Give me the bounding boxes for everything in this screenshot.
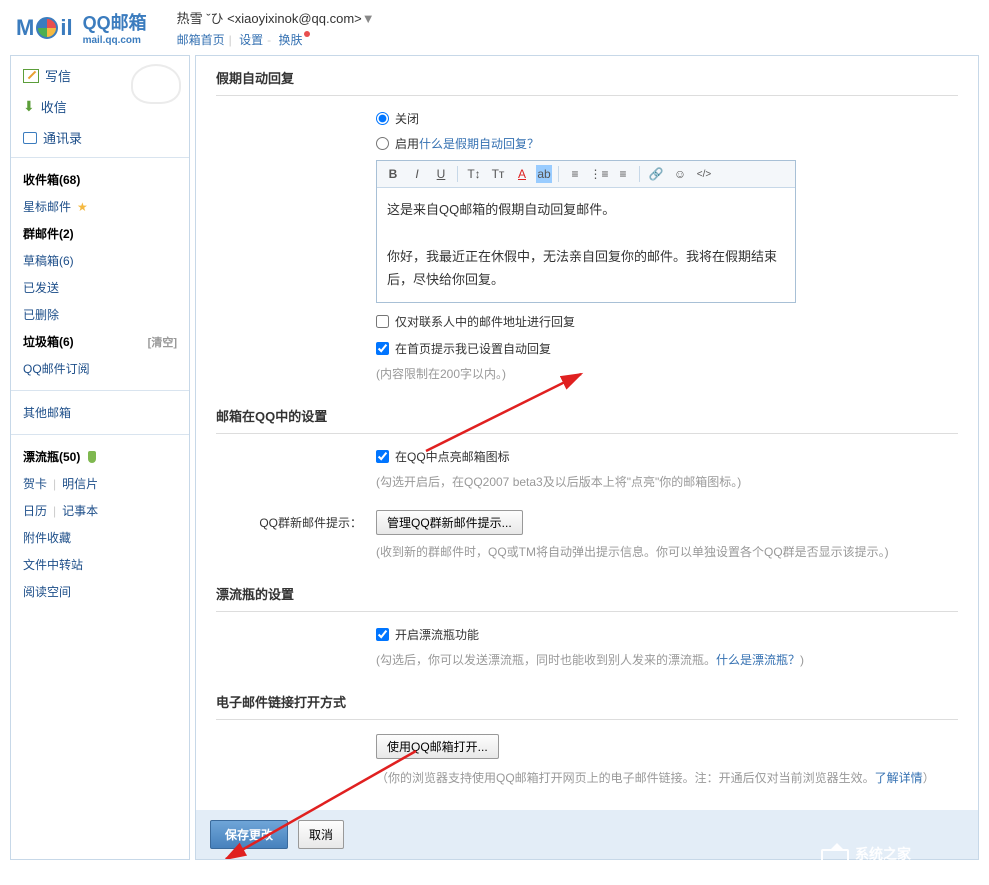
font-family-icon[interactable]: Tт [488, 165, 508, 183]
qq-settings-title: 邮箱在QQ中的设置 [216, 406, 958, 434]
bottle-note: (勾选后，你可以发送漂流瓶，同时也能收到别人发来的漂流瓶。什么是漂流瓶？) [376, 651, 958, 668]
vacation-contacts-checkbox[interactable] [376, 315, 389, 328]
editor-toolbar: B I U T↕ Tт A ab ≡ ⋮≡ ≡ 🔗 ☺ [377, 161, 795, 188]
vacation-on-radio[interactable] [376, 137, 389, 150]
html-icon[interactable]: </> [694, 165, 714, 183]
sidebar-item-group[interactable]: 群邮件(2) [11, 220, 189, 247]
editor-textarea[interactable]: 这是来自QQ邮箱的假期自动回复邮件。 你好，我最近正在休假中，无法亲自回复你的邮… [377, 188, 795, 302]
sidebar-item-qq-subscribe[interactable]: QQ邮件订阅 [11, 355, 189, 382]
emoji-icon[interactable]: ☺ [670, 165, 690, 183]
user-name: 热雪 ˇひ <xiaoyixinok@qq.com> [177, 11, 362, 26]
bold-icon[interactable]: B [383, 165, 403, 183]
logo-title: QQ邮箱 [83, 9, 147, 35]
nav-skin[interactable]: 换肤 [278, 33, 302, 47]
underline-icon[interactable]: U [431, 165, 451, 183]
watermark: 系统之家 WWW.XITONGZHIJIA.NET [821, 844, 977, 875]
bottle-icon [88, 451, 96, 463]
user-info: 热雪 ˇひ <xiaoyixinok@qq.com>▼ 邮箱首页| 设置- 换肤 [177, 8, 375, 48]
vacation-off-radio[interactable] [376, 112, 389, 125]
sidebar-item-bottle[interactable]: 漂流瓶(50) [11, 443, 189, 470]
sidebar-item-deleted[interactable]: 已删除 [11, 301, 189, 328]
watermark-title: 系统之家 [855, 844, 977, 864]
sidebar-item-cards[interactable]: 贺卡 | 明信片 [11, 470, 189, 497]
align-left-icon[interactable]: ≡ [565, 165, 585, 183]
link-detail-link[interactable]: 了解详情 [875, 771, 923, 785]
link-open-note: （你的浏览器支持使用QQ邮箱打开网页上的电子邮件链接。注：开通后仅对当前浏览器生… [376, 769, 958, 786]
vacation-off-label: 关闭 [395, 110, 419, 127]
link-icon[interactable]: 🔗 [646, 165, 666, 183]
sidebar-item-reading[interactable]: 阅读空间 [11, 578, 189, 605]
sidebar-item-file-transfer[interactable]: 文件中转站 [11, 551, 189, 578]
contacts-button[interactable]: 通讯录 [11, 122, 189, 153]
section-bottle: 漂流瓶的设置 开启漂流瓶功能 (勾选后，你可以发送漂流瓶，同时也能收到别人发来的… [196, 572, 978, 680]
star-icon: ★ [77, 200, 88, 214]
vacation-homepage-checkbox[interactable] [376, 342, 389, 355]
link-open-title: 电子邮件链接打开方式 [216, 692, 958, 720]
section-vacation: 假期自动回复 关闭 启用 什么是假期自动回复？ B I U T↕ Tт A ab [196, 56, 978, 394]
link-open-button[interactable]: 使用QQ邮箱打开... [376, 734, 499, 759]
cancel-button[interactable]: 取消 [298, 820, 344, 849]
sidebar-item-inbox[interactable]: 收件箱(68) [11, 166, 189, 193]
contacts-icon [23, 132, 37, 144]
save-button[interactable]: 保存更改 [210, 820, 288, 849]
logo-o-icon [36, 17, 58, 39]
notification-dot-icon [304, 31, 310, 37]
receive-icon: ⬇ [23, 98, 35, 115]
vacation-title: 假期自动回复 [216, 68, 958, 96]
sidebar-item-sent[interactable]: 已发送 [11, 274, 189, 301]
sidebar-item-other-mail[interactable]: 其他邮箱 [11, 399, 189, 426]
font-color-icon[interactable]: A [512, 165, 532, 183]
vacation-contacts-label: 仅对联系人中的邮件地址进行回复 [395, 313, 575, 330]
sidebar-item-drafts[interactable]: 草稿箱(6) [11, 247, 189, 274]
sidebar: 写信 ⬇收信 通讯录 收件箱(68) 星标邮件 ★ 群邮件(2) 草稿箱(6) … [10, 55, 190, 860]
bottle-help-link[interactable]: 什么是漂流瓶？ [716, 653, 800, 667]
bottle-enable-label: 开启漂流瓶功能 [395, 626, 479, 643]
sidebar-item-calendar[interactable]: 日历 | 记事本 [11, 497, 189, 524]
bottle-enable-checkbox[interactable] [376, 628, 389, 641]
nav-settings[interactable]: 设置 [239, 33, 263, 47]
nav-home[interactable]: 邮箱首页 [177, 33, 225, 47]
main-content: 假期自动回复 关闭 启用 什么是假期自动回复？ B I U T↕ Tт A ab [195, 55, 979, 860]
compose-icon [23, 69, 39, 83]
penguin-bg-icon [131, 64, 181, 104]
group-mail-button[interactable]: 管理QQ群新邮件提示... [376, 510, 523, 535]
vacation-homepage-label: 在首页提示我已设置自动回复 [395, 340, 551, 357]
italic-icon[interactable]: I [407, 165, 427, 183]
group-mail-note: (收到新的群邮件时，QQ或TM将自动弹出提示信息。你可以单独设置各个QQ群是否显… [216, 543, 958, 560]
vacation-editor: B I U T↕ Tт A ab ≡ ⋮≡ ≡ 🔗 ☺ [376, 160, 796, 303]
font-size-icon[interactable]: T↕ [464, 165, 484, 183]
section-qq-settings: 邮箱在QQ中的设置 在QQ中点亮邮箱图标 (勾选开启后，在QQ2007 beta… [196, 394, 978, 572]
bottle-title: 漂流瓶的设置 [216, 584, 958, 612]
group-mail-label: QQ群新邮件提示： [216, 514, 376, 531]
qq-light-note: (勾选开启后，在QQ2007 beta3及以后版本上将"点亮"你的邮箱图标。) [376, 473, 958, 490]
header: Mil QQ邮箱 mail.qq.com 热雪 ˇひ <xiaoyixinok@… [0, 0, 989, 55]
trash-clear-link[interactable]: [清空] [148, 334, 177, 350]
sidebar-item-attach[interactable]: 附件收藏 [11, 524, 189, 551]
watermark-house-icon [821, 849, 849, 871]
vacation-help-link[interactable]: 什么是假期自动回复？ [419, 135, 539, 152]
indent-icon[interactable]: ≡ [613, 165, 633, 183]
qq-light-label: 在QQ中点亮邮箱图标 [395, 448, 510, 465]
sidebar-item-trash[interactable]: 垃圾箱(6)[清空] [11, 328, 189, 355]
sidebar-item-starred[interactable]: 星标邮件 ★ [11, 193, 189, 220]
list-bullet-icon[interactable]: ⋮≡ [589, 165, 609, 183]
watermark-url: WWW.XITONGZHIJIA.NET [855, 864, 977, 875]
vacation-limit-note: (内容限制在200字以内。) [376, 365, 958, 382]
bg-color-icon[interactable]: ab [536, 165, 552, 183]
vacation-on-label: 启用 [395, 135, 419, 152]
logo-subtitle: mail.qq.com [83, 35, 147, 46]
section-link-open: 电子邮件链接打开方式 使用QQ邮箱打开... （你的浏览器支持使用QQ邮箱打开网… [196, 680, 978, 798]
qq-light-checkbox[interactable] [376, 450, 389, 463]
logo[interactable]: Mil QQ邮箱 mail.qq.com [16, 9, 147, 46]
